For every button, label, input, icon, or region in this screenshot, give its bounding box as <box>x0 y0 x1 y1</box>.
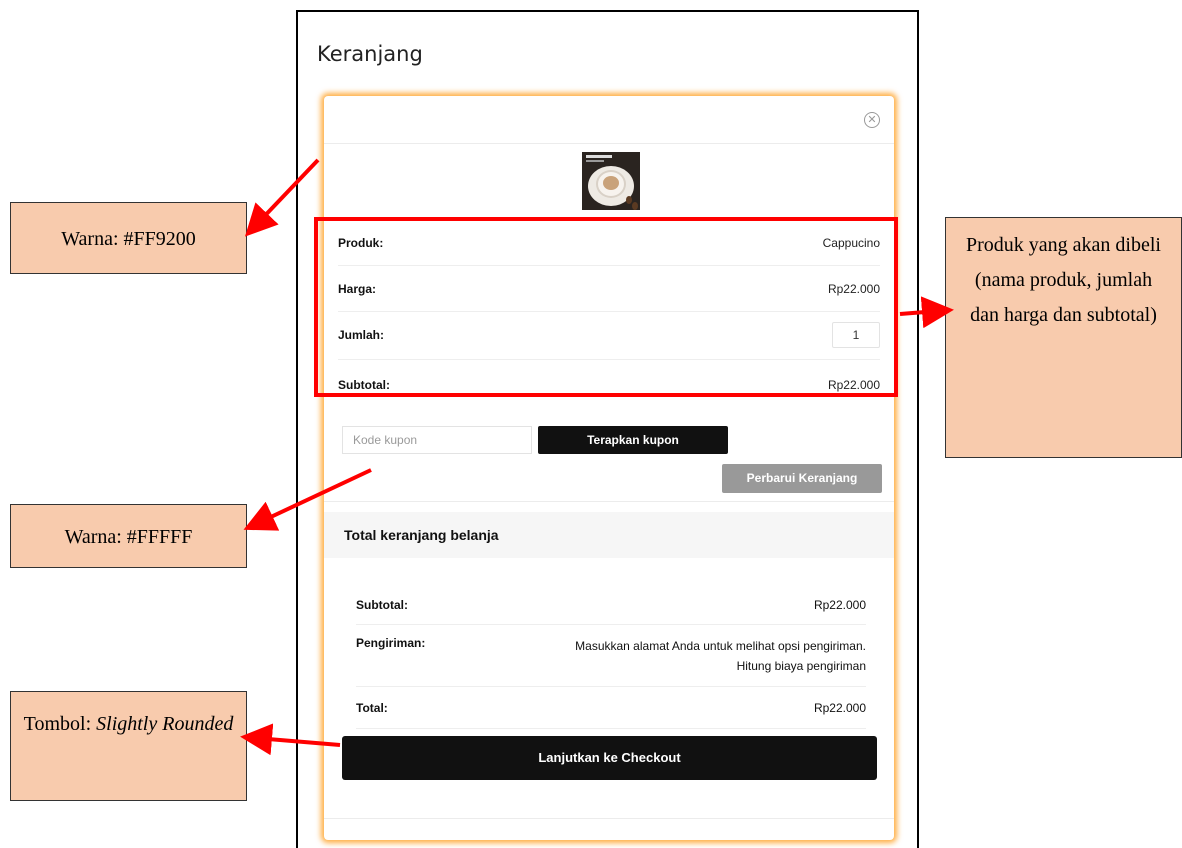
arrow-button <box>240 723 341 756</box>
annotation-arrows <box>240 158 954 756</box>
arrow-orange <box>244 158 320 237</box>
arrow-white <box>243 468 372 531</box>
arrow-product <box>899 296 954 329</box>
